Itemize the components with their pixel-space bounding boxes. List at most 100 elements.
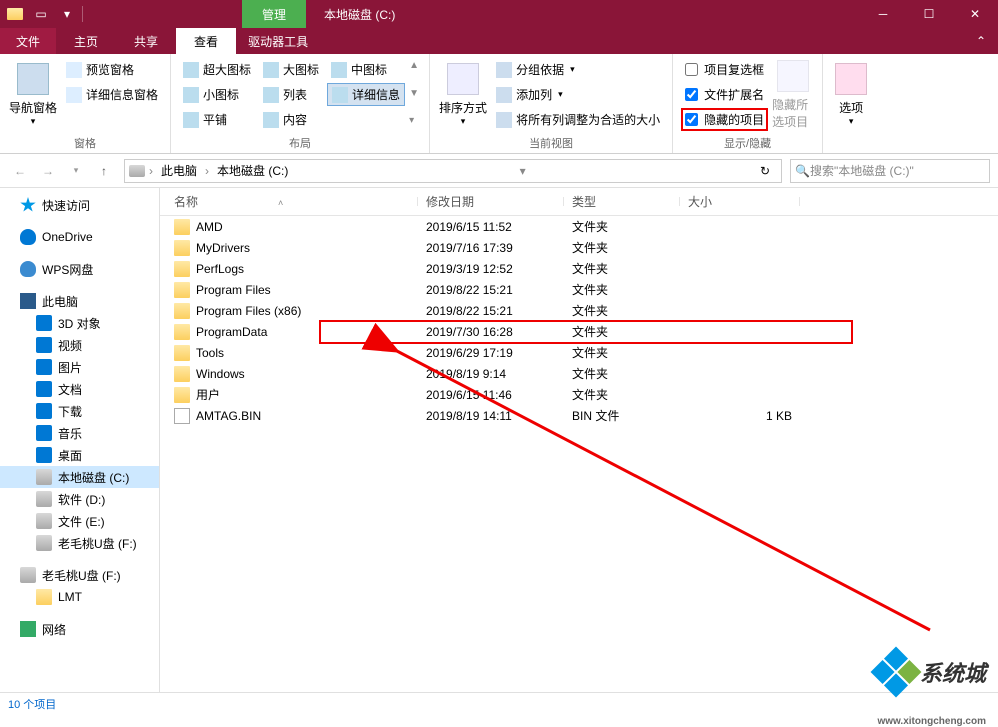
- sort-by-button[interactable]: 排序方式 ▾: [438, 58, 488, 132]
- column-name[interactable]: 名称˄: [160, 193, 418, 210]
- up-button[interactable]: ↑: [92, 159, 116, 183]
- home-tab[interactable]: 主页: [56, 28, 116, 54]
- ribbon-tabs: 文件 主页 共享 查看 驱动器工具 ⌃: [0, 28, 998, 54]
- address-bar[interactable]: › 此电脑 › 本地磁盘 (C:) ▾ ↻: [124, 159, 782, 183]
- group-label-panes: 窗格: [8, 133, 162, 151]
- file-row[interactable]: Program Files (x86)2019/8/22 15:21文件夹: [160, 300, 998, 321]
- share-tab[interactable]: 共享: [116, 28, 176, 54]
- navigation-pane-button[interactable]: 导航窗格 ▾: [8, 58, 58, 132]
- content-button[interactable]: 内容: [259, 108, 323, 131]
- extra-large-icons-button[interactable]: 超大图标: [179, 58, 255, 81]
- sidebar-item[interactable]: 下载: [0, 400, 159, 422]
- drive-tools-tab[interactable]: 驱动器工具: [236, 28, 320, 54]
- layout-scroll-down[interactable]: ▼: [409, 88, 421, 99]
- file-row[interactable]: Windows2019/8/19 9:14文件夹: [160, 363, 998, 384]
- back-button[interactable]: ←: [8, 159, 32, 183]
- properties-icon[interactable]: ▭: [30, 3, 52, 25]
- file-row[interactable]: Tools2019/6/29 17:19文件夹: [160, 342, 998, 363]
- sidebar-item[interactable]: 软件 (D:): [0, 488, 159, 510]
- maximize-button[interactable]: ☐: [906, 0, 952, 28]
- close-button[interactable]: ✕: [952, 0, 998, 28]
- search-box[interactable]: 🔍 搜索"本地磁盘 (C:)": [790, 159, 990, 183]
- chevron-right-icon[interactable]: ›: [205, 164, 209, 178]
- add-columns-button[interactable]: 添加列▾: [492, 83, 664, 106]
- column-size[interactable]: 大小: [680, 193, 800, 210]
- navigation-pane[interactable]: 快速访问 OneDrive WPS网盘 此电脑 3D 对象视频图片文档下载音乐桌…: [0, 188, 160, 692]
- qat-dropdown-icon[interactable]: ▾: [56, 3, 78, 25]
- folder-icon: [174, 282, 190, 298]
- forward-button[interactable]: →: [36, 159, 60, 183]
- network[interactable]: 网络: [0, 618, 159, 640]
- file-row[interactable]: PerfLogs2019/3/19 12:52文件夹: [160, 258, 998, 279]
- sidebar-item[interactable]: 视频: [0, 334, 159, 356]
- star-icon: [20, 197, 36, 213]
- wps-drive[interactable]: WPS网盘: [0, 258, 159, 280]
- folder-icon: [174, 219, 190, 235]
- file-tab[interactable]: 文件: [0, 28, 56, 54]
- group-by-button[interactable]: 分组依据▾: [492, 58, 664, 81]
- options-icon: [835, 63, 867, 95]
- sidebar-item[interactable]: 音乐: [0, 422, 159, 444]
- file-row[interactable]: AMD2019/6/15 11:52文件夹: [160, 216, 998, 237]
- file-row[interactable]: 用户2019/6/15 11:46文件夹: [160, 384, 998, 405]
- refresh-button[interactable]: ↻: [753, 164, 777, 178]
- preview-pane-button[interactable]: 预览窗格: [62, 58, 162, 81]
- this-pc[interactable]: 此电脑: [0, 290, 159, 312]
- options-button[interactable]: 选项 ▾: [831, 58, 871, 132]
- file-extensions-toggle[interactable]: 文件扩展名: [681, 83, 768, 106]
- lmt-folder[interactable]: LMT: [0, 586, 159, 608]
- chevron-right-icon[interactable]: ›: [149, 164, 153, 178]
- sidebar-item-icon: [36, 491, 52, 507]
- details-pane-button[interactable]: 详细信息窗格: [62, 83, 162, 106]
- ribbon-collapse-button[interactable]: ⌃: [964, 28, 998, 54]
- sidebar-item[interactable]: 文档: [0, 378, 159, 400]
- removable-drive[interactable]: 老毛桃U盘 (F:): [0, 564, 159, 586]
- hidden-items-toggle[interactable]: 隐藏的项目: [681, 108, 768, 131]
- file-icon: [174, 408, 190, 424]
- hide-selected-button[interactable]: 隐藏所选项目: [772, 58, 814, 132]
- preview-icon: [66, 62, 82, 78]
- layout-scroll-up[interactable]: ▲: [409, 60, 421, 71]
- sidebar-item[interactable]: 图片: [0, 356, 159, 378]
- small-icons-button[interactable]: 小图标: [179, 83, 255, 106]
- item-checkboxes-toggle[interactable]: 项目复选框: [681, 58, 768, 81]
- file-row[interactable]: MyDrivers2019/7/16 17:39文件夹: [160, 237, 998, 258]
- watermark-logo-icon: [871, 647, 922, 698]
- minimize-button[interactable]: ─: [860, 0, 906, 28]
- sidebar-item[interactable]: 3D 对象: [0, 312, 159, 334]
- layout-expand[interactable]: ▾: [409, 115, 421, 126]
- ribbon-group-show-hide: 项目复选框 文件扩展名 隐藏的项目 隐藏所选项目 显示/隐藏: [673, 54, 823, 153]
- onedrive[interactable]: OneDrive: [0, 226, 159, 248]
- breadcrumb-current[interactable]: 本地磁盘 (C:): [213, 162, 292, 179]
- sidebar-item-icon: [36, 535, 52, 551]
- sidebar-item[interactable]: 文件 (E:): [0, 510, 159, 532]
- view-tab[interactable]: 查看: [176, 28, 236, 54]
- sidebar-item[interactable]: 桌面: [0, 444, 159, 466]
- folder-icon: [174, 261, 190, 277]
- tiles-button[interactable]: 平铺: [179, 108, 255, 131]
- list-button[interactable]: 列表: [259, 83, 323, 106]
- large-icons-button[interactable]: 大图标: [259, 58, 323, 81]
- folder-icon: [174, 345, 190, 361]
- medium-icons-button[interactable]: 中图标: [327, 58, 405, 81]
- title-bar: ▭ ▾ 管理 本地磁盘 (C:) ─ ☐ ✕: [0, 0, 998, 28]
- column-type[interactable]: 类型: [564, 193, 680, 210]
- file-row[interactable]: Program Files2019/8/22 15:21文件夹: [160, 279, 998, 300]
- file-list[interactable]: 名称˄ 修改日期 类型 大小 AMD2019/6/15 11:52文件夹MyDr…: [160, 188, 998, 692]
- sidebar-item[interactable]: 本地磁盘 (C:): [0, 466, 159, 488]
- quick-access[interactable]: 快速访问: [0, 194, 159, 216]
- file-row[interactable]: AMTAG.BIN2019/8/19 14:11BIN 文件1 KB: [160, 405, 998, 426]
- sidebar-item-icon: [36, 469, 52, 485]
- column-date[interactable]: 修改日期: [418, 193, 564, 210]
- autosize-columns-button[interactable]: 将所有列调整为合适的大小: [492, 108, 664, 131]
- history-dropdown[interactable]: ▾: [64, 159, 88, 183]
- breadcrumb-this-pc[interactable]: 此电脑: [157, 162, 201, 179]
- details-view-button[interactable]: 详细信息: [327, 83, 405, 106]
- file-row[interactable]: ProgramData2019/7/30 16:28文件夹: [160, 321, 998, 342]
- network-icon: [20, 621, 36, 637]
- xlarge-icon: [183, 62, 199, 78]
- sidebar-item[interactable]: 老毛桃U盘 (F:): [0, 532, 159, 554]
- search-placeholder: 搜索"本地磁盘 (C:)": [810, 162, 914, 179]
- detailsview-icon: [332, 87, 348, 103]
- address-dropdown[interactable]: ▾: [511, 164, 535, 178]
